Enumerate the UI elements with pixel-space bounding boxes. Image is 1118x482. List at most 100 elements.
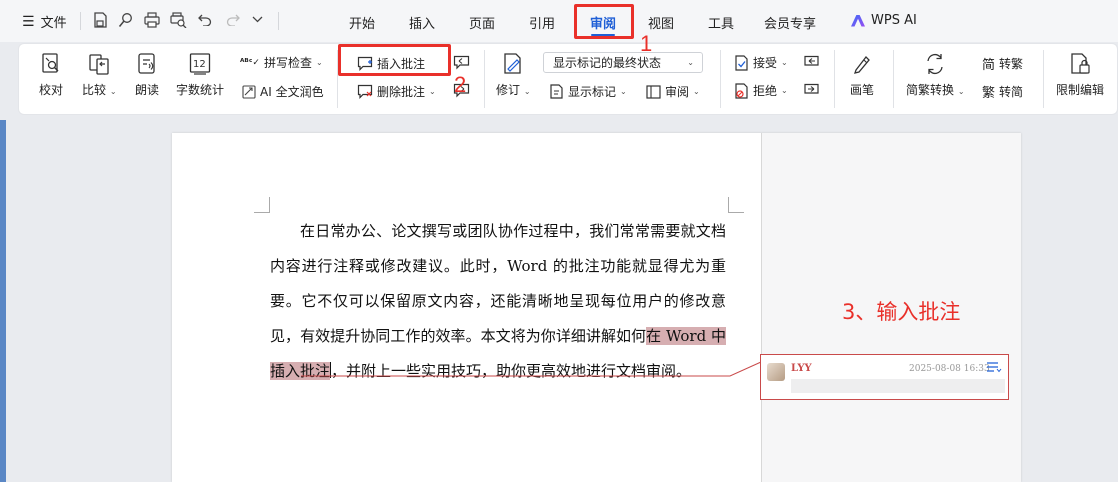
to-simplified-label: 转简 [999, 85, 1024, 99]
ai-polish-label: AI 全文润色 [260, 85, 324, 99]
review-pane-label: 审阅 [665, 85, 690, 99]
next-change-icon[interactable] [803, 83, 820, 99]
sc-convert-button[interactable]: 简繁转换 ⌄ [906, 52, 965, 98]
step2-highlight-box [338, 44, 451, 76]
pen-button[interactable]: 画笔 [850, 52, 874, 98]
delete-comment-button[interactable]: 删除批注 ⌄ [357, 83, 436, 100]
comment-input[interactable] [791, 379, 1005, 393]
comment-card[interactable]: LYY 2025-08-08 16:33 [760, 354, 1009, 400]
chevron-down-icon[interactable] [252, 16, 263, 23]
restrict-editing-button[interactable]: 限制编辑 [1056, 52, 1104, 98]
chevron-down-icon: ⌄ [687, 58, 694, 67]
divider [484, 50, 485, 108]
track-changes-button[interactable]: 修订 ⌄ [496, 52, 531, 98]
tab-references[interactable]: 引用 [529, 13, 555, 32]
file-menu-label: 文件 [40, 16, 67, 31]
spell-check-button[interactable]: ᴬᴮᶜ✓ 拼写检查 ⌄ [240, 54, 323, 71]
proofread-label: 校对 [39, 83, 64, 97]
read-aloud-button[interactable]: 朗读 [135, 52, 159, 98]
spell-check-label: 拼写检查 [263, 56, 312, 70]
read-aloud-icon [138, 53, 155, 74]
undo-icon[interactable] [198, 13, 212, 26]
step3-instruction: 3、输入批注 [842, 300, 961, 324]
markup-mode-select[interactable]: 显示标记的最终状态 ⌄ [543, 52, 703, 73]
chevron-down-icon: ⌄ [693, 87, 700, 96]
delete-comment-icon [357, 84, 373, 99]
svg-text:12: 12 [193, 59, 206, 70]
reject-label: 拒绝 [753, 84, 778, 98]
reject-icon [735, 82, 748, 99]
accept-button[interactable]: 接受 ⌄ [734, 54, 788, 71]
tab-insert[interactable]: 插入 [409, 13, 435, 32]
comment-connector-line [301, 361, 762, 377]
review-pane-button[interactable]: 审阅 ⌄ [646, 83, 700, 100]
tab-view[interactable]: 视图 [648, 13, 674, 32]
left-window-edge [0, 120, 6, 482]
previous-change-icon[interactable] [803, 55, 820, 71]
divider [80, 12, 81, 30]
margin-mark [254, 197, 270, 213]
track-changes-label: 修订 ⌄ [496, 83, 531, 97]
divider [893, 50, 894, 108]
find-icon[interactable] [118, 12, 133, 28]
proofread-icon [42, 53, 59, 73]
file-menu[interactable]: ☰ 文件 [22, 12, 67, 32]
ai-polish-button[interactable]: AI 全文润色 [242, 83, 324, 100]
to-traditional-button[interactable]: 简 转繁 [982, 54, 1023, 73]
chevron-down-icon: ⌄ [781, 86, 788, 95]
wps-ai-logo-icon [851, 14, 865, 27]
divider [834, 50, 835, 108]
abc-check-icon: ᴬᴮᶜ✓ [240, 57, 260, 68]
wps-ai-label: WPS AI [871, 13, 917, 28]
compare-label: 比较 ⌄ [82, 83, 117, 97]
track-changes-icon [504, 53, 521, 74]
sc-convert-label: 简繁转换 ⌄ [906, 83, 965, 97]
accept-icon [735, 54, 748, 71]
step2-number: 2 [454, 72, 467, 97]
tab-tools[interactable]: 工具 [708, 13, 734, 32]
save-icon[interactable] [93, 12, 107, 28]
word-count-label: 字数统计 [176, 83, 225, 97]
tab-home[interactable]: 开始 [349, 13, 375, 32]
compare-icon [89, 54, 109, 75]
step1-number: 1 [640, 31, 653, 56]
sc-convert-icon [927, 53, 943, 75]
margin-mark [728, 197, 744, 213]
comment-time: 2025-08-08 16:33 [909, 364, 990, 374]
chevron-down-icon: ⌄ [429, 87, 436, 96]
delete-comment-label: 删除批注 [377, 85, 426, 99]
tab-member[interactable]: 会员专享 [764, 13, 816, 32]
show-markup-button[interactable]: 显示标记 ⌄ [549, 83, 627, 100]
show-markup-label: 显示标记 [568, 85, 617, 99]
to-simplified-button[interactable]: 繁 转简 [982, 82, 1023, 101]
print-preview-icon[interactable] [170, 12, 187, 28]
tab-page[interactable]: 页面 [469, 13, 495, 32]
divider [720, 50, 721, 108]
print-icon[interactable] [144, 12, 160, 28]
avatar [767, 363, 785, 381]
word-count-button[interactable]: 12 字数统计 [176, 52, 224, 98]
menu-bar [0, 0, 1118, 42]
ai-polish-icon [242, 84, 256, 99]
hamburger-icon: ☰ [22, 13, 35, 30]
word-count-icon: 12 [189, 53, 211, 75]
chevron-down-icon: ⌄ [781, 58, 788, 67]
traditional-char-icon: 简 [982, 58, 996, 73]
pen-label: 画笔 [850, 83, 875, 97]
previous-comment-icon[interactable] [453, 55, 470, 71]
simplified-char-icon: 繁 [982, 86, 996, 101]
chevron-down-icon: ⌄ [315, 58, 323, 67]
tab-wps-ai[interactable]: WPS AI [851, 13, 917, 28]
reject-button[interactable]: 拒绝 ⌄ [734, 82, 788, 99]
proofread-button[interactable]: 校对 [39, 52, 63, 98]
lock-document-icon [1071, 53, 1090, 74]
comment-author: LYY [791, 363, 812, 374]
show-markup-icon [550, 84, 563, 99]
chevron-down-icon: ⌄ [620, 87, 627, 96]
redo-icon [226, 14, 240, 26]
pen-icon [854, 56, 870, 74]
comment-menu-icon[interactable] [986, 361, 1002, 373]
compare-button[interactable]: 比较 ⌄ [82, 52, 117, 98]
read-aloud-label: 朗读 [135, 83, 160, 97]
to-traditional-label: 转繁 [999, 57, 1024, 71]
